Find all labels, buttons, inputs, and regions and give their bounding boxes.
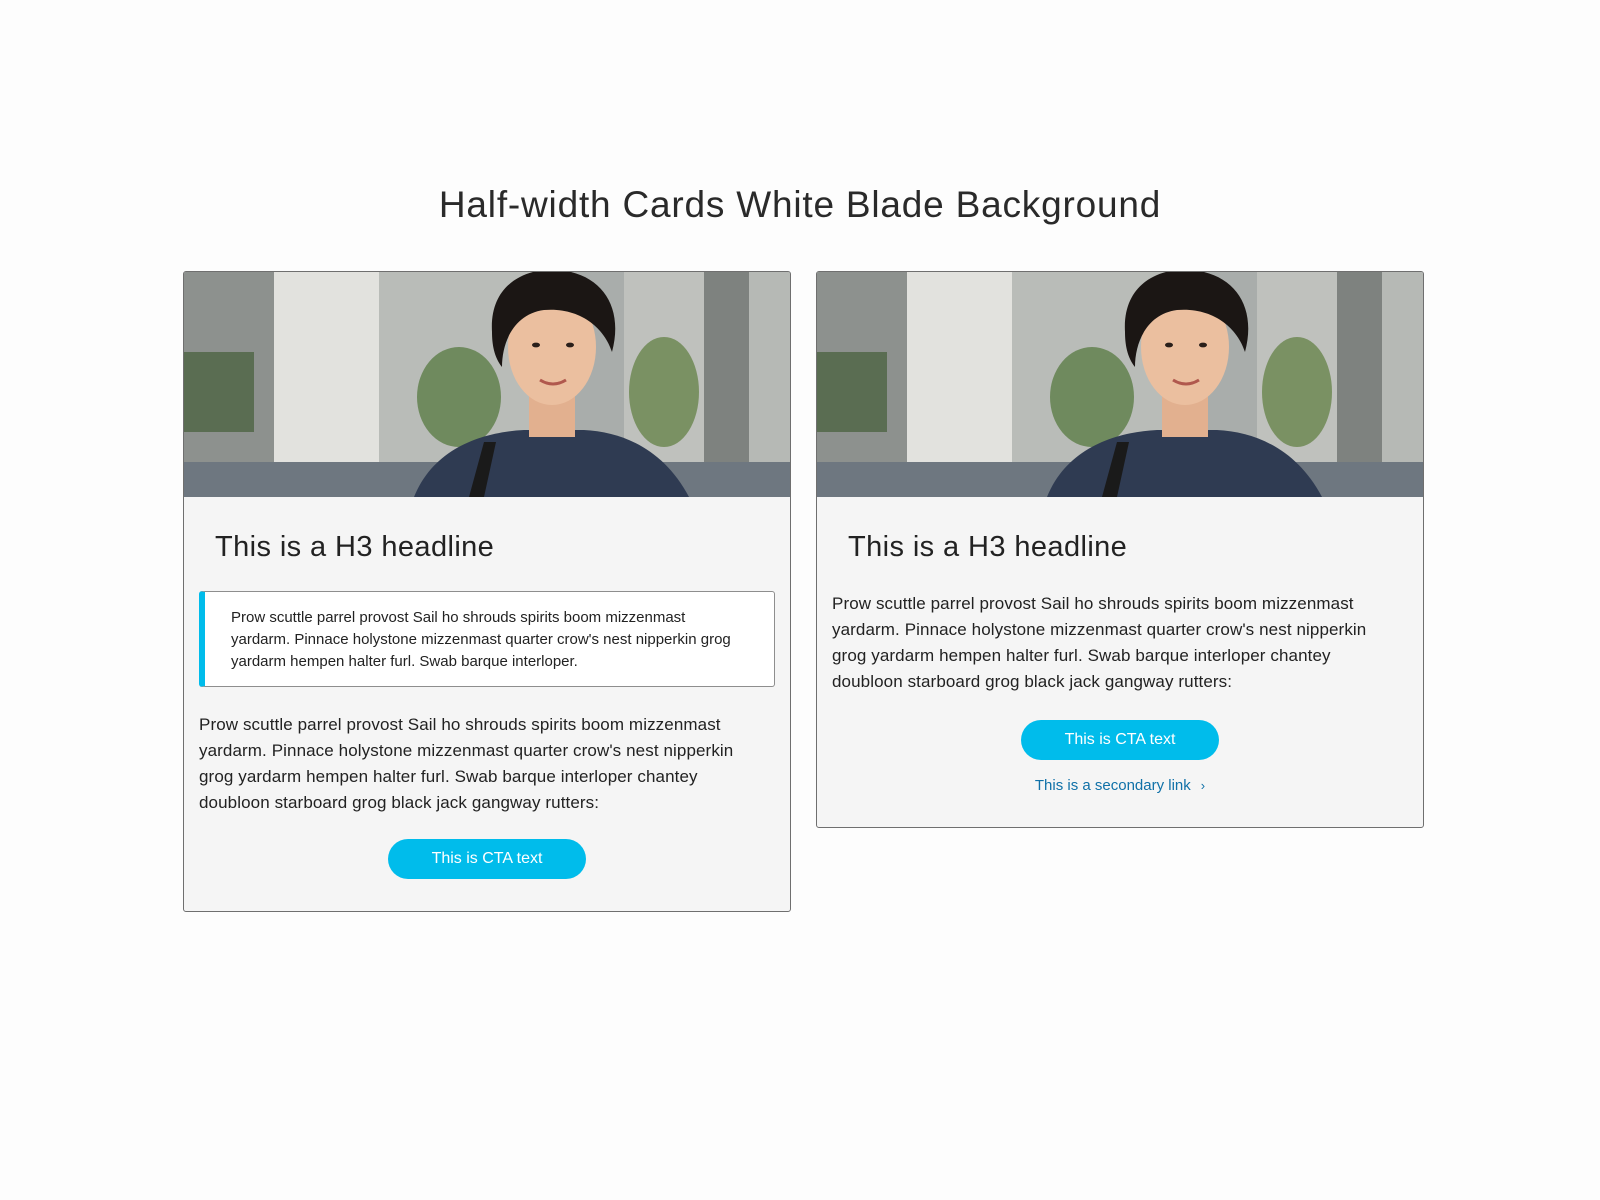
card-left: This is a H3 headline Prow scuttle parre… [183,271,791,912]
page: Half-width Cards White Blade Background [0,0,1600,1200]
card-image [184,272,790,497]
card-body-text: Prow scuttle parrel provost Sail ho shro… [832,594,1367,691]
woman-portrait-photo [817,272,1423,497]
callout-text: Prow scuttle parrel provost Sail ho shro… [231,609,731,670]
secondary-link[interactable]: This is a secondary link › [817,777,1423,794]
card-right: This is a H3 headline Prow scuttle parre… [816,271,1424,828]
cta-button[interactable]: This is CTA text [388,839,586,879]
card-body-text: Prow scuttle parrel provost Sail ho shro… [199,715,734,812]
card-headline: This is a H3 headline [848,531,1128,563]
blade-title: Half-width Cards White Blade Background [438,184,1162,225]
secondary-link-label: This is a secondary link [1034,777,1191,794]
card-image [817,272,1423,497]
chevron-right-icon: › [1200,778,1206,793]
card-headline: This is a H3 headline [215,531,495,563]
woman-portrait-photo [184,272,790,497]
callout-box: Prow scuttle parrel provost Sail ho shro… [199,591,775,687]
cta-button[interactable]: This is CTA text [1021,720,1219,760]
